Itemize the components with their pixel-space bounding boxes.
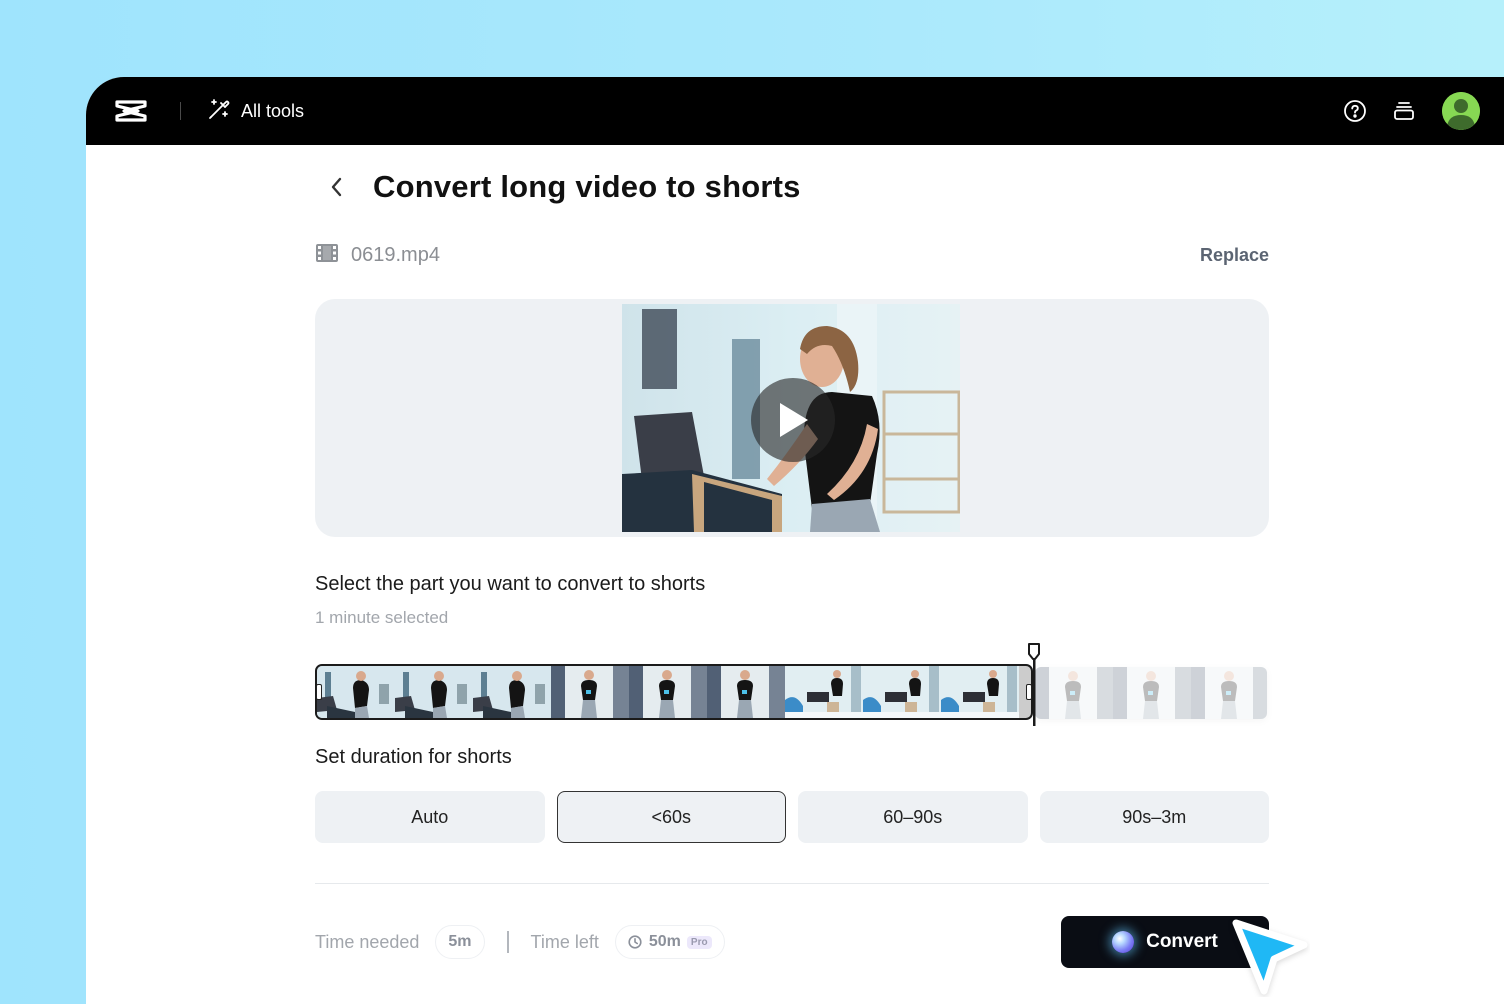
timeline-frame-unselected [1191, 667, 1267, 719]
duration-label: Set duration for shorts [315, 746, 512, 768]
video-preview [315, 299, 1269, 537]
replace-button[interactable]: Replace [1200, 245, 1269, 266]
top-navbar: All tools [86, 77, 1504, 145]
back-button[interactable] [323, 173, 351, 201]
timeline-frame [551, 666, 629, 718]
select-part-label: Select the part you want to convert to s… [315, 573, 706, 595]
play-button[interactable] [751, 378, 835, 462]
timeline-frame [941, 666, 1019, 718]
time-left-value: 50m [648, 933, 681, 950]
all-tools-button[interactable]: All tools [207, 97, 304, 126]
navbar-divider [180, 102, 181, 120]
duration-option-90s-3m[interactable]: 90s–3m [1039, 791, 1269, 843]
help-circle-icon[interactable] [1343, 99, 1367, 123]
page-title: Convert long video to shorts [373, 169, 801, 204]
footer-separator [506, 931, 509, 953]
film-icon [315, 243, 339, 268]
playhead-handle[interactable] [1027, 642, 1041, 728]
timeline-frame-unselected [1113, 667, 1191, 719]
time-needed-value: 5m [448, 933, 472, 950]
timeline-frame [707, 666, 785, 718]
timeline-selector[interactable] [315, 643, 1269, 726]
selected-duration-text: 1 minute selected [315, 608, 449, 627]
app-window: All tools Convert long video to shorts 0… [86, 77, 1504, 1004]
selected-range[interactable] [315, 664, 1033, 720]
time-left-label: Time left [530, 931, 599, 952]
timeline-frame [473, 666, 551, 718]
clock-icon [628, 935, 642, 949]
play-icon [780, 403, 808, 437]
duration-option-auto[interactable]: Auto [315, 791, 545, 843]
file-name: 0619.mp4 [351, 243, 440, 266]
timeline-frame-unselected [1035, 667, 1113, 719]
footer-divider [315, 883, 1269, 884]
timeline-frame [317, 666, 395, 718]
footer-bar: Time needed 5m Time left 50m Pro Convert [315, 916, 1269, 968]
duration-option-60-90s[interactable]: 60–90s [798, 791, 1028, 843]
ai-orb-icon [1112, 931, 1135, 953]
layers-stack-icon[interactable] [1392, 99, 1416, 123]
convert-label: Convert [1146, 931, 1218, 952]
timeline-frame [629, 666, 707, 718]
magic-wand-icon [207, 97, 241, 126]
time-left-badge: 50m Pro [614, 925, 725, 959]
time-needed-label: Time needed [315, 931, 420, 952]
duration-option-under-60s[interactable]: <60s [556, 791, 786, 843]
unselected-range[interactable] [1035, 667, 1267, 719]
user-avatar-icon[interactable] [1442, 92, 1480, 130]
all-tools-label: All tools [241, 100, 305, 121]
main-content: Convert long video to shorts 0619.mp4 Re… [315, 145, 1269, 968]
pro-badge: Pro [686, 935, 712, 949]
timeline-frame [863, 666, 941, 718]
range-start-handle[interactable] [316, 684, 322, 700]
duration-options: Auto <60s 60–90s 90s–3m [315, 791, 1269, 843]
timeline-frame [395, 666, 473, 718]
time-needed-badge: 5m [435, 925, 485, 959]
timeline-frame [785, 666, 863, 718]
chevron-left-icon [331, 177, 342, 197]
capcut-logo-icon[interactable] [114, 98, 148, 124]
mouse-pointer-icon [1228, 915, 1310, 997]
